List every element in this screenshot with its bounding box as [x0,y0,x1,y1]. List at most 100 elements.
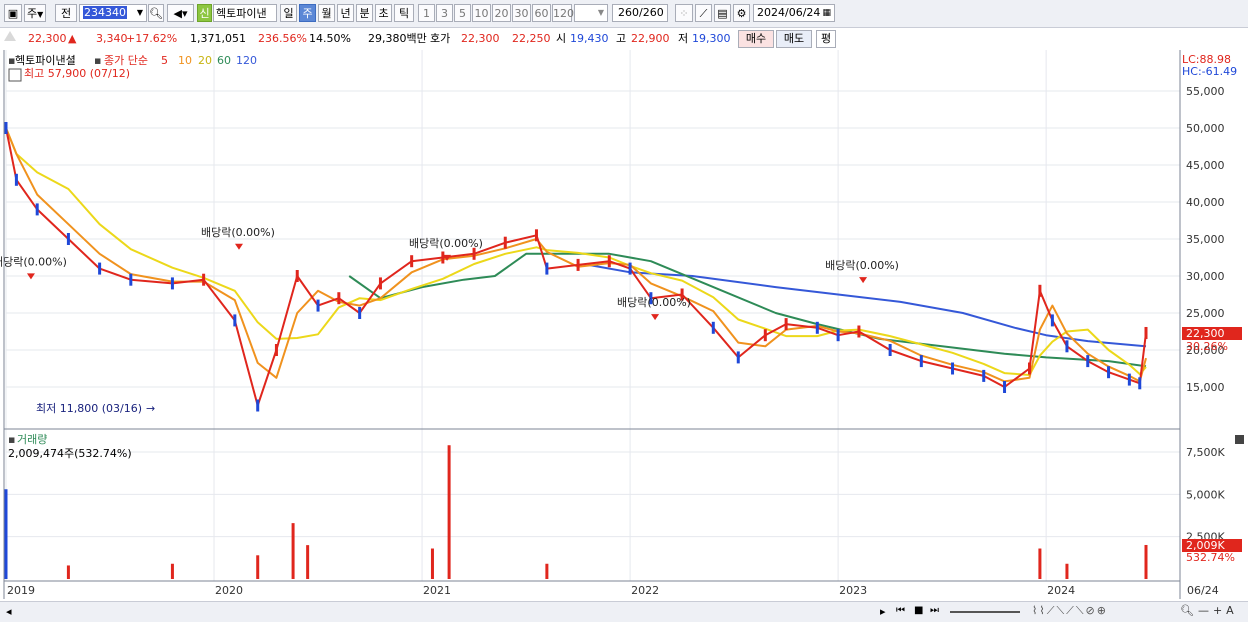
interval-20[interactable]: 20 [492,4,511,22]
period-minute[interactable]: 분 [356,4,373,22]
buy-button[interactable]: 매수 [738,30,774,48]
price-candle [888,344,892,356]
price-candle [711,321,715,334]
open-price: 19,430 [570,32,609,45]
eval-button[interactable]: 평 [816,30,836,48]
zoom-slider[interactable] [950,611,1020,613]
price-candle [378,277,382,290]
low-label: 저 [678,32,689,45]
high-label: 고 [616,32,627,45]
volume-tick-label: 7,500K [1186,446,1225,459]
bid-price: 22,250 [512,32,551,45]
bottom-scrollbar[interactable]: ◂ ▸ ⏮ ■ ⏭ ⌇⌇⟋⟍⟋⟍⊘⊕ 🔍︎—+A [0,601,1248,622]
legend-ma20: 20 [198,54,212,67]
price-candle [857,325,861,338]
legend-ma5: 5 [161,54,168,67]
period-year[interactable]: 년 [337,4,354,22]
price-candle [337,292,341,305]
high-note: 최고 57,900 (07/12) [24,67,130,80]
price-tick-label: 35,000 [1186,233,1225,246]
save-icon[interactable]: ▤ [714,4,731,22]
volume-bar [4,489,8,579]
quote-change-pct: +17.62% [126,32,178,45]
last-price-label: 22,300 [1186,327,1225,340]
period-day[interactable]: 일 [280,4,297,22]
period-select[interactable]: 주▼ [24,4,46,22]
legend-title: 종가 단순 [104,54,148,67]
price-candle [545,262,549,275]
price-tick-label: 40,000 [1186,196,1225,209]
x-tick-label: 2024 [1047,584,1075,597]
price-candle [170,277,174,290]
interval-5[interactable]: 5 [454,4,471,22]
drawing-tools-icon[interactable]: ⌇⌇⟋⟍⟋⟍⊘⊕ [1032,604,1108,618]
next-icon[interactable]: ⏭ [930,605,939,616]
price-candle [1038,284,1042,297]
prev-button[interactable]: 전 [55,4,77,22]
sell-button[interactable]: 매도 [776,30,812,48]
price-candle [202,273,206,286]
last-price-pct: 30.26% [1186,340,1228,353]
x-tick-label: 2020 [215,584,243,597]
period-month[interactable]: 월 [318,4,335,22]
first-icon[interactable]: ⏮ [896,605,905,616]
quote-arrow-icon: ▲ [68,32,77,45]
period-week[interactable]: 주 [299,4,316,22]
price-tick-label: 25,000 [1186,307,1225,320]
interval-3[interactable]: 3 [436,4,453,22]
scroll-left-icon[interactable]: ◂ [6,605,12,618]
interval-1[interactable]: 1 [418,4,435,22]
price-candle [736,351,740,364]
price-candle [233,314,237,327]
price-chart: 배당락(0.00%) 배당락(0.00%) 배당락(0.00%) 배당락(0.00%)… [0,50,1248,601]
period-select-label: 주 [27,7,38,20]
calendar-icon[interactable] [8,68,22,82]
count-value: 260 [618,6,639,19]
volume-close-icon[interactable] [1235,435,1244,444]
stock-name-field[interactable]: 헥토파이낸 [213,4,277,22]
price-candle [66,233,70,245]
stop-icon[interactable]: ■ [914,605,923,616]
price-candle [815,321,819,334]
date-value: 2024/06/24 [757,6,821,19]
gear-icon[interactable]: ⚙︎ [733,4,750,22]
price-tick-label: 45,000 [1186,159,1225,172]
low-arrow-icon: → [146,402,155,415]
volume-bar [256,555,260,579]
scroll-right-icon[interactable]: ▸ [880,605,886,618]
count-field[interactable]: 260/260 [612,4,668,22]
x-right-label: 06/24 [1187,584,1219,597]
price-tick-label: 55,000 [1186,85,1225,98]
search-icon[interactable]: 🔍︎ [148,4,164,22]
toolbar: ▣ 주▼ 전 234340 ▼ 🔍︎ ◀▾ 신 헥토파이낸 일 주 월 년 분 초… [0,0,1248,28]
volume-bar [306,545,310,579]
dividend-label: 배당락(0.00%) [409,237,483,250]
interval-30[interactable]: 30 [512,4,531,22]
dividend-label: 배당락(0.00%) [0,255,67,268]
grid-icon[interactable]: ⁘ [675,4,693,22]
interval-custom-input[interactable]: ▼ [574,4,608,22]
price-candle [1065,340,1069,353]
period-second[interactable]: 초 [375,4,392,22]
period-tick[interactable]: 틱 [394,4,414,22]
zoom-icons[interactable]: 🔍︎—+A [1180,604,1238,617]
price-tick-label: 30,000 [1186,270,1225,283]
collapse-icon[interactable] [4,31,16,41]
price-candle [1086,355,1090,368]
interval-120[interactable]: 120 [552,4,574,22]
chart-menu-icon[interactable]: ▣ [4,4,22,22]
volume-bar [447,445,451,579]
interval-60[interactable]: 60 [532,4,551,22]
open-label: 시 [556,32,567,45]
stock-code-input[interactable]: 234340 ▼ [79,4,147,22]
legend-stock-name: 헥토파이낸셜 [15,54,76,67]
date-input[interactable]: 2024/06/24 ▦ [753,4,835,22]
quote-volume: 1,371,051 [190,32,246,45]
price-candle [503,236,507,249]
sound-icon[interactable]: ◀▾ [167,4,194,22]
svg-text:▪: ▪ [8,433,15,446]
price-tick-label: 15,000 [1186,381,1225,394]
tool-icon[interactable]: ⟋ [695,4,712,22]
interval-10[interactable]: 10 [472,4,491,22]
high-price: 22,900 [631,32,670,45]
